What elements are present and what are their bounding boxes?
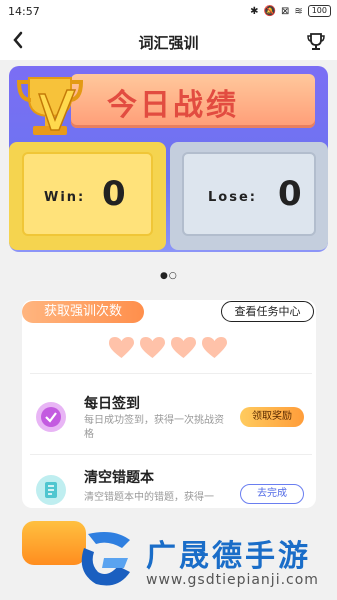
wifi-icon: ≋: [294, 5, 303, 17]
top-nav: 词汇强训: [0, 24, 337, 60]
win-label: Win:: [44, 190, 86, 205]
record-banner-title: 今日战绩: [107, 88, 239, 123]
sim-icon: ⊠: [280, 5, 290, 17]
gold-trophy-icon: [16, 77, 84, 135]
battery-icon: 100: [307, 5, 331, 17]
task-center-button[interactable]: 查看任务中心: [221, 301, 314, 322]
task-desc: 清空错题本中的错题，获得一: [84, 492, 214, 503]
status-time: 14:57: [8, 5, 40, 18]
tasks-card: [22, 300, 316, 508]
watermark-logo-icon: [81, 532, 130, 586]
bluetooth-icon: ✱: [250, 5, 259, 17]
page-indicator: ●○: [160, 271, 178, 281]
lose-value: 0: [278, 174, 302, 214]
hearts-row: [108, 336, 228, 360]
checkin-icon: [36, 402, 66, 432]
heart-icon: [171, 337, 196, 358]
notebook-icon: [36, 475, 66, 505]
heart-icon: [140, 337, 165, 358]
task-title: 清空错题本: [84, 470, 154, 486]
watermark-title: 广晟德手游: [146, 539, 311, 574]
watermark-url: www.gsdtiepianji.com: [146, 572, 319, 588]
task-title: 每日签到: [84, 396, 140, 412]
tasks-tag: 获取强训次数: [22, 301, 144, 323]
divider: [30, 454, 312, 455]
record-card: 今日战绩 Win: 0 Lose: 0: [9, 66, 328, 252]
win-inner: Win: 0: [22, 152, 153, 236]
go-complete-button[interactable]: 去完成: [240, 484, 304, 504]
status-icons: ✱ 🔕 ⊠ ≋ 100: [250, 5, 331, 17]
heart-icon: [109, 337, 134, 358]
claim-reward-button[interactable]: 领取奖励: [240, 407, 304, 427]
lose-label: Lose:: [208, 190, 257, 205]
mute-icon: 🔕: [263, 5, 276, 17]
win-value: 0: [102, 174, 126, 214]
status-bar: 14:57 ✱ 🔕 ⊠ ≋ 100: [0, 0, 337, 24]
divider: [30, 373, 312, 374]
lose-panel: Lose: 0: [170, 142, 328, 250]
trophy-icon[interactable]: [307, 32, 325, 52]
task-desc: 每日成功签到，获得一次挑战资格: [84, 415, 224, 440]
heart-icon: [202, 337, 227, 358]
page-title: 词汇强训: [138, 34, 199, 52]
lose-inner: Lose: 0: [182, 152, 316, 236]
win-panel: Win: 0: [9, 142, 166, 250]
